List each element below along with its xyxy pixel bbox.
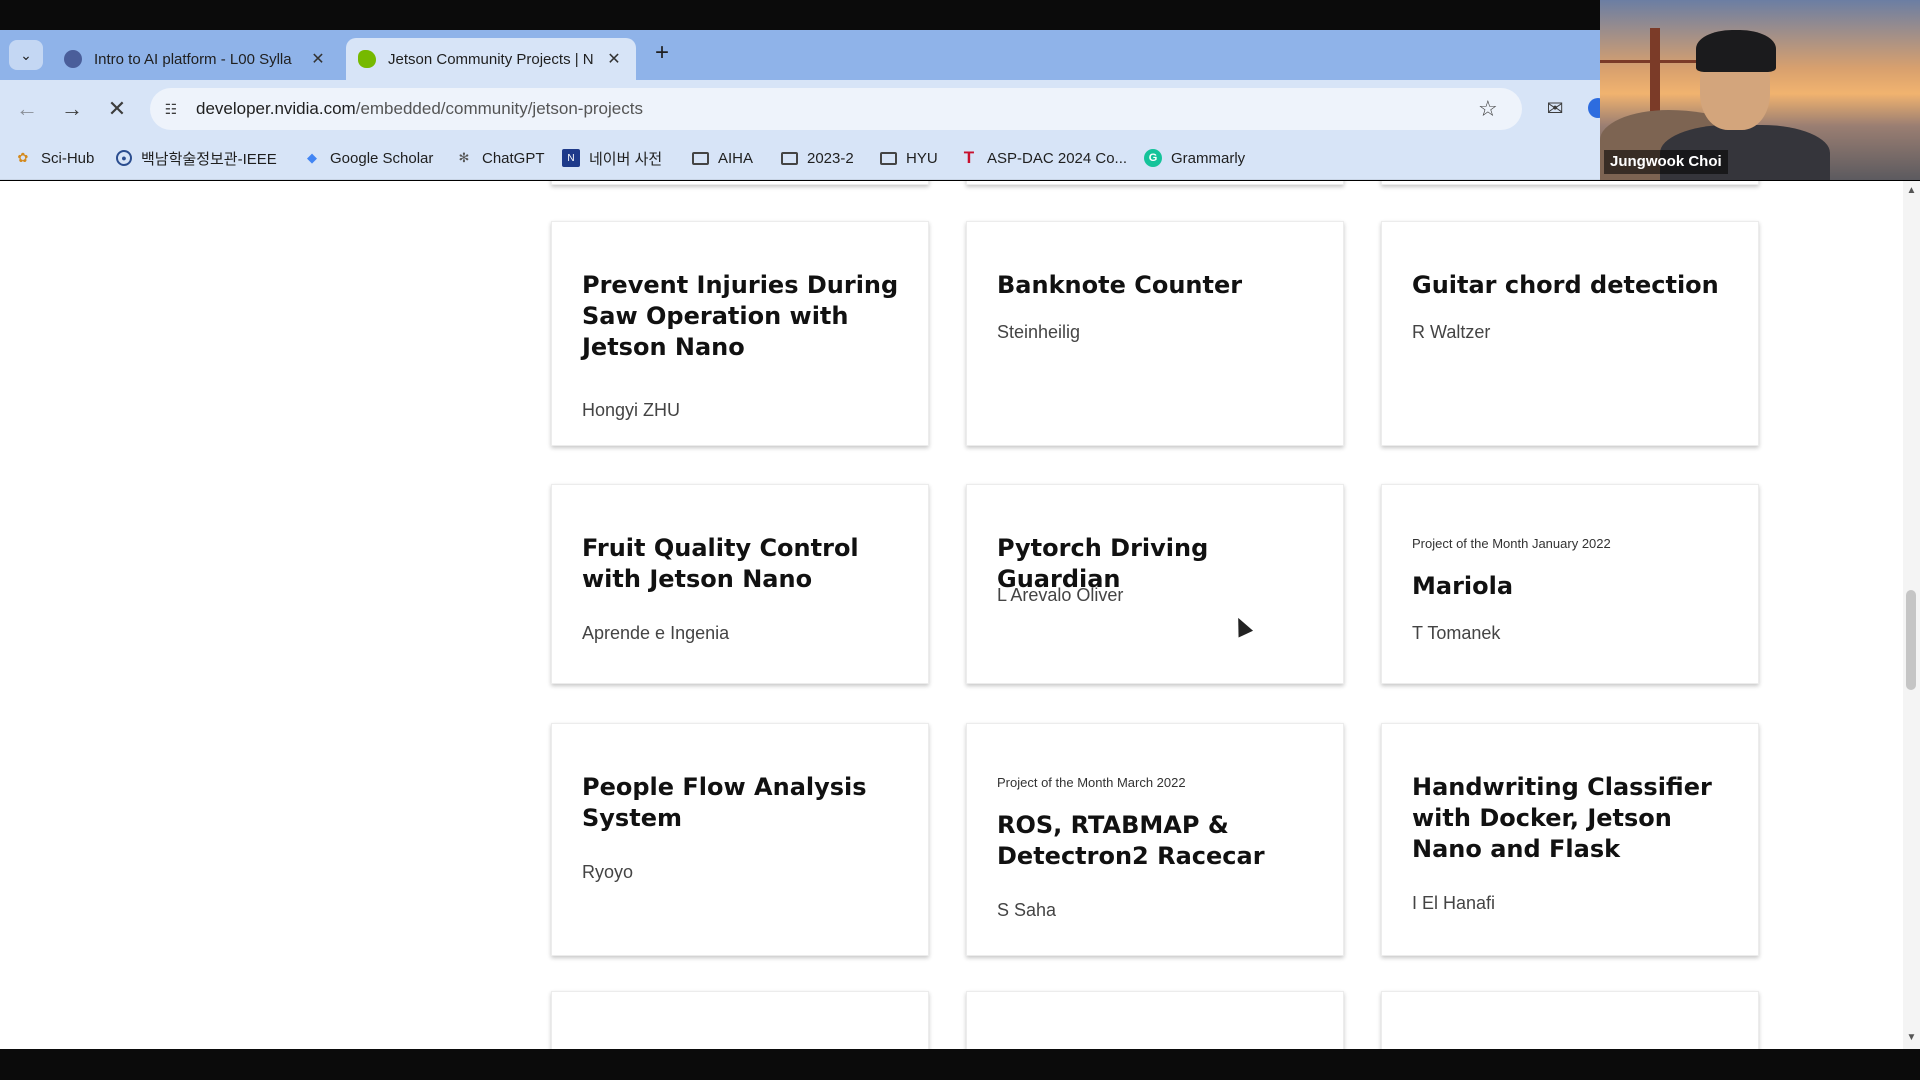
project-title[interactable]: ROS, RTABMAP & Detectron2 Racecar (997, 810, 1327, 872)
project-title[interactable]: Mariola (1412, 571, 1742, 602)
naver-dictionary-icon: N (562, 149, 580, 167)
project-author: Steinheilig (997, 322, 1081, 342)
project-card[interactable]: Banknote Counter Steinheilig (966, 221, 1344, 446)
tab-title: Jetson Community Projects | N (388, 50, 594, 68)
bookmark-naver-dictionary[interactable]: N 네이버 사전 (562, 146, 662, 170)
url-domain: developer.nvidia.com (196, 99, 356, 118)
project-card[interactable]: Fruit Quality Control with Jetson Nano A… (551, 484, 929, 684)
bookmark-label: 네이버 사전 (589, 150, 663, 168)
bookmark-ieee-library[interactable]: ● 백남학술정보관-IEEE (116, 146, 277, 170)
folder-icon (692, 151, 709, 165)
project-card[interactable]: People Flow Analysis System Ryoyo (551, 723, 929, 956)
new-tab-button[interactable]: + (650, 41, 674, 66)
project-card-partial[interactable] (966, 181, 1344, 185)
sci-hub-icon: ✿ (17, 150, 29, 165)
bottom-letterbox (0, 1049, 1920, 1080)
stop-loading-button[interactable]: ✕ (100, 92, 134, 126)
project-title[interactable]: Banknote Counter (997, 270, 1327, 301)
bookmark-label: HYU (906, 149, 938, 167)
url-path: /embedded/community/jetson-projects (355, 99, 643, 118)
tab-favicon-icon (64, 50, 82, 68)
tab-title: Intro to AI platform - L00 Sylla (94, 50, 292, 68)
chevron-down-icon: ⌄ (20, 46, 32, 63)
bookmark-label: 2023-2 (807, 149, 854, 167)
library-icon: ● (116, 150, 132, 166)
project-author: L Arevalo Oliver (997, 585, 1124, 605)
close-icon[interactable]: ✕ (604, 49, 624, 69)
project-author: I El Hanafi (1412, 893, 1496, 913)
project-card[interactable]: Project of the Month January 2022 Mariol… (1381, 484, 1759, 684)
project-card-partial[interactable] (1381, 991, 1759, 1049)
project-author: Aprende e Ingenia (582, 623, 730, 643)
participant-hair (1696, 30, 1776, 72)
project-author: R Waltzer (1412, 322, 1491, 342)
bookmark-label: Grammarly (1171, 149, 1246, 167)
back-button[interactable]: ← (10, 92, 44, 126)
bookmark-google-scholar[interactable]: ◆ Google Scholar (303, 146, 433, 170)
forward-button[interactable]: → (55, 92, 89, 126)
scroll-down-arrow-icon[interactable]: ▼ (1903, 1032, 1920, 1046)
project-author: S Saha (997, 900, 1057, 920)
bookmark-label: Google Scholar (330, 149, 434, 167)
bookmark-label: 백남학술정보관-IEEE (141, 150, 277, 168)
nvidia-favicon-icon (358, 50, 376, 68)
project-of-the-month-badge: Project of the Month January 2022 (1412, 536, 1611, 551)
tab-search-button[interactable]: ⌄ (9, 40, 43, 70)
folder-icon (880, 151, 897, 165)
chatgpt-icon: ✻ (458, 150, 470, 165)
bookmark-sci-hub[interactable]: ✿ Sci-Hub (14, 146, 95, 170)
project-card[interactable]: Handwriting Classifier with Docker, Jets… (1381, 723, 1759, 956)
close-icon: ✕ (107, 96, 127, 121)
participant-name-label: Jungwook Choi (1604, 150, 1728, 174)
folder-icon (781, 151, 798, 165)
url-text[interactable]: developer.nvidia.com/embedded/community/… (196, 99, 643, 119)
bookmark-label: ChatGPT (482, 149, 545, 167)
project-title[interactable]: Guitar chord detection (1412, 270, 1742, 301)
project-title[interactable]: Fruit Quality Control with Jetson Nano (582, 533, 912, 595)
project-author: Hongyi ZHU (582, 400, 681, 420)
bookmark-asp-dac-2024[interactable]: T ASP-DAC 2024 Co... (960, 146, 1127, 170)
project-card-partial[interactable] (551, 181, 929, 185)
webcam-video-tile: Jungwook Choi (1600, 0, 1920, 180)
project-card[interactable]: Prevent Injuries During Saw Operation wi… (551, 221, 929, 446)
bookmark-label: ASP-DAC 2024 Co... (987, 149, 1128, 167)
project-card[interactable]: Pytorch Driving Guardian L Arevalo Olive… (966, 484, 1344, 684)
bookmark-folder-2023-2[interactable]: 2023-2 (781, 146, 854, 170)
project-author: T Tomanek (1412, 623, 1501, 643)
project-title[interactable]: Handwriting Classifier with Docker, Jets… (1412, 772, 1742, 865)
bookmark-label: AIHA (718, 149, 754, 167)
arrow-left-icon: ← (16, 96, 38, 121)
aspdac-icon: T (963, 148, 975, 167)
project-card-partial[interactable] (551, 991, 929, 1049)
project-card[interactable]: Project of the Month March 2022 ROS, RTA… (966, 723, 1344, 956)
mail-icon[interactable]: ✉ (1544, 97, 1566, 120)
project-author: Ryoyo (582, 862, 634, 882)
close-icon[interactable]: ✕ (308, 49, 328, 69)
bookmark-chatgpt[interactable]: ✻ ChatGPT (455, 146, 545, 170)
project-card-partial[interactable] (1381, 181, 1759, 185)
project-of-the-month-badge: Project of the Month March 2022 (997, 775, 1186, 790)
site-settings-icon[interactable]: ☷ (160, 98, 182, 120)
project-title[interactable]: People Flow Analysis System (582, 772, 912, 834)
bookmark-star-icon[interactable]: ☆ (1478, 96, 1498, 122)
tab-jetson-community-projects[interactable]: Jetson Community Projects | N ✕ (346, 38, 636, 80)
bookmark-folder-hyu[interactable]: HYU (880, 146, 938, 170)
scrollbar-thumb[interactable] (1906, 590, 1916, 690)
project-title[interactable]: Prevent Injuries During Saw Operation wi… (582, 270, 912, 363)
project-card-partial[interactable] (966, 991, 1344, 1049)
tab-intro-ai-platform[interactable]: Intro to AI platform - L00 Sylla ✕ (52, 38, 340, 80)
project-card[interactable]: Guitar chord detection R Waltzer (1381, 221, 1759, 446)
arrow-right-icon: → (61, 96, 83, 121)
bookmark-grammarly[interactable]: G Grammarly (1144, 146, 1245, 170)
scholar-icon: ◆ (307, 150, 317, 165)
bookmark-label: Sci-Hub (41, 149, 95, 167)
grammarly-icon: G (1144, 149, 1162, 167)
bookmark-folder-aiha[interactable]: AIHA (692, 146, 753, 170)
scroll-up-arrow-icon[interactable]: ▲ (1903, 185, 1920, 199)
web-page-viewport: Prevent Injuries During Saw Operation wi… (0, 181, 1903, 1049)
